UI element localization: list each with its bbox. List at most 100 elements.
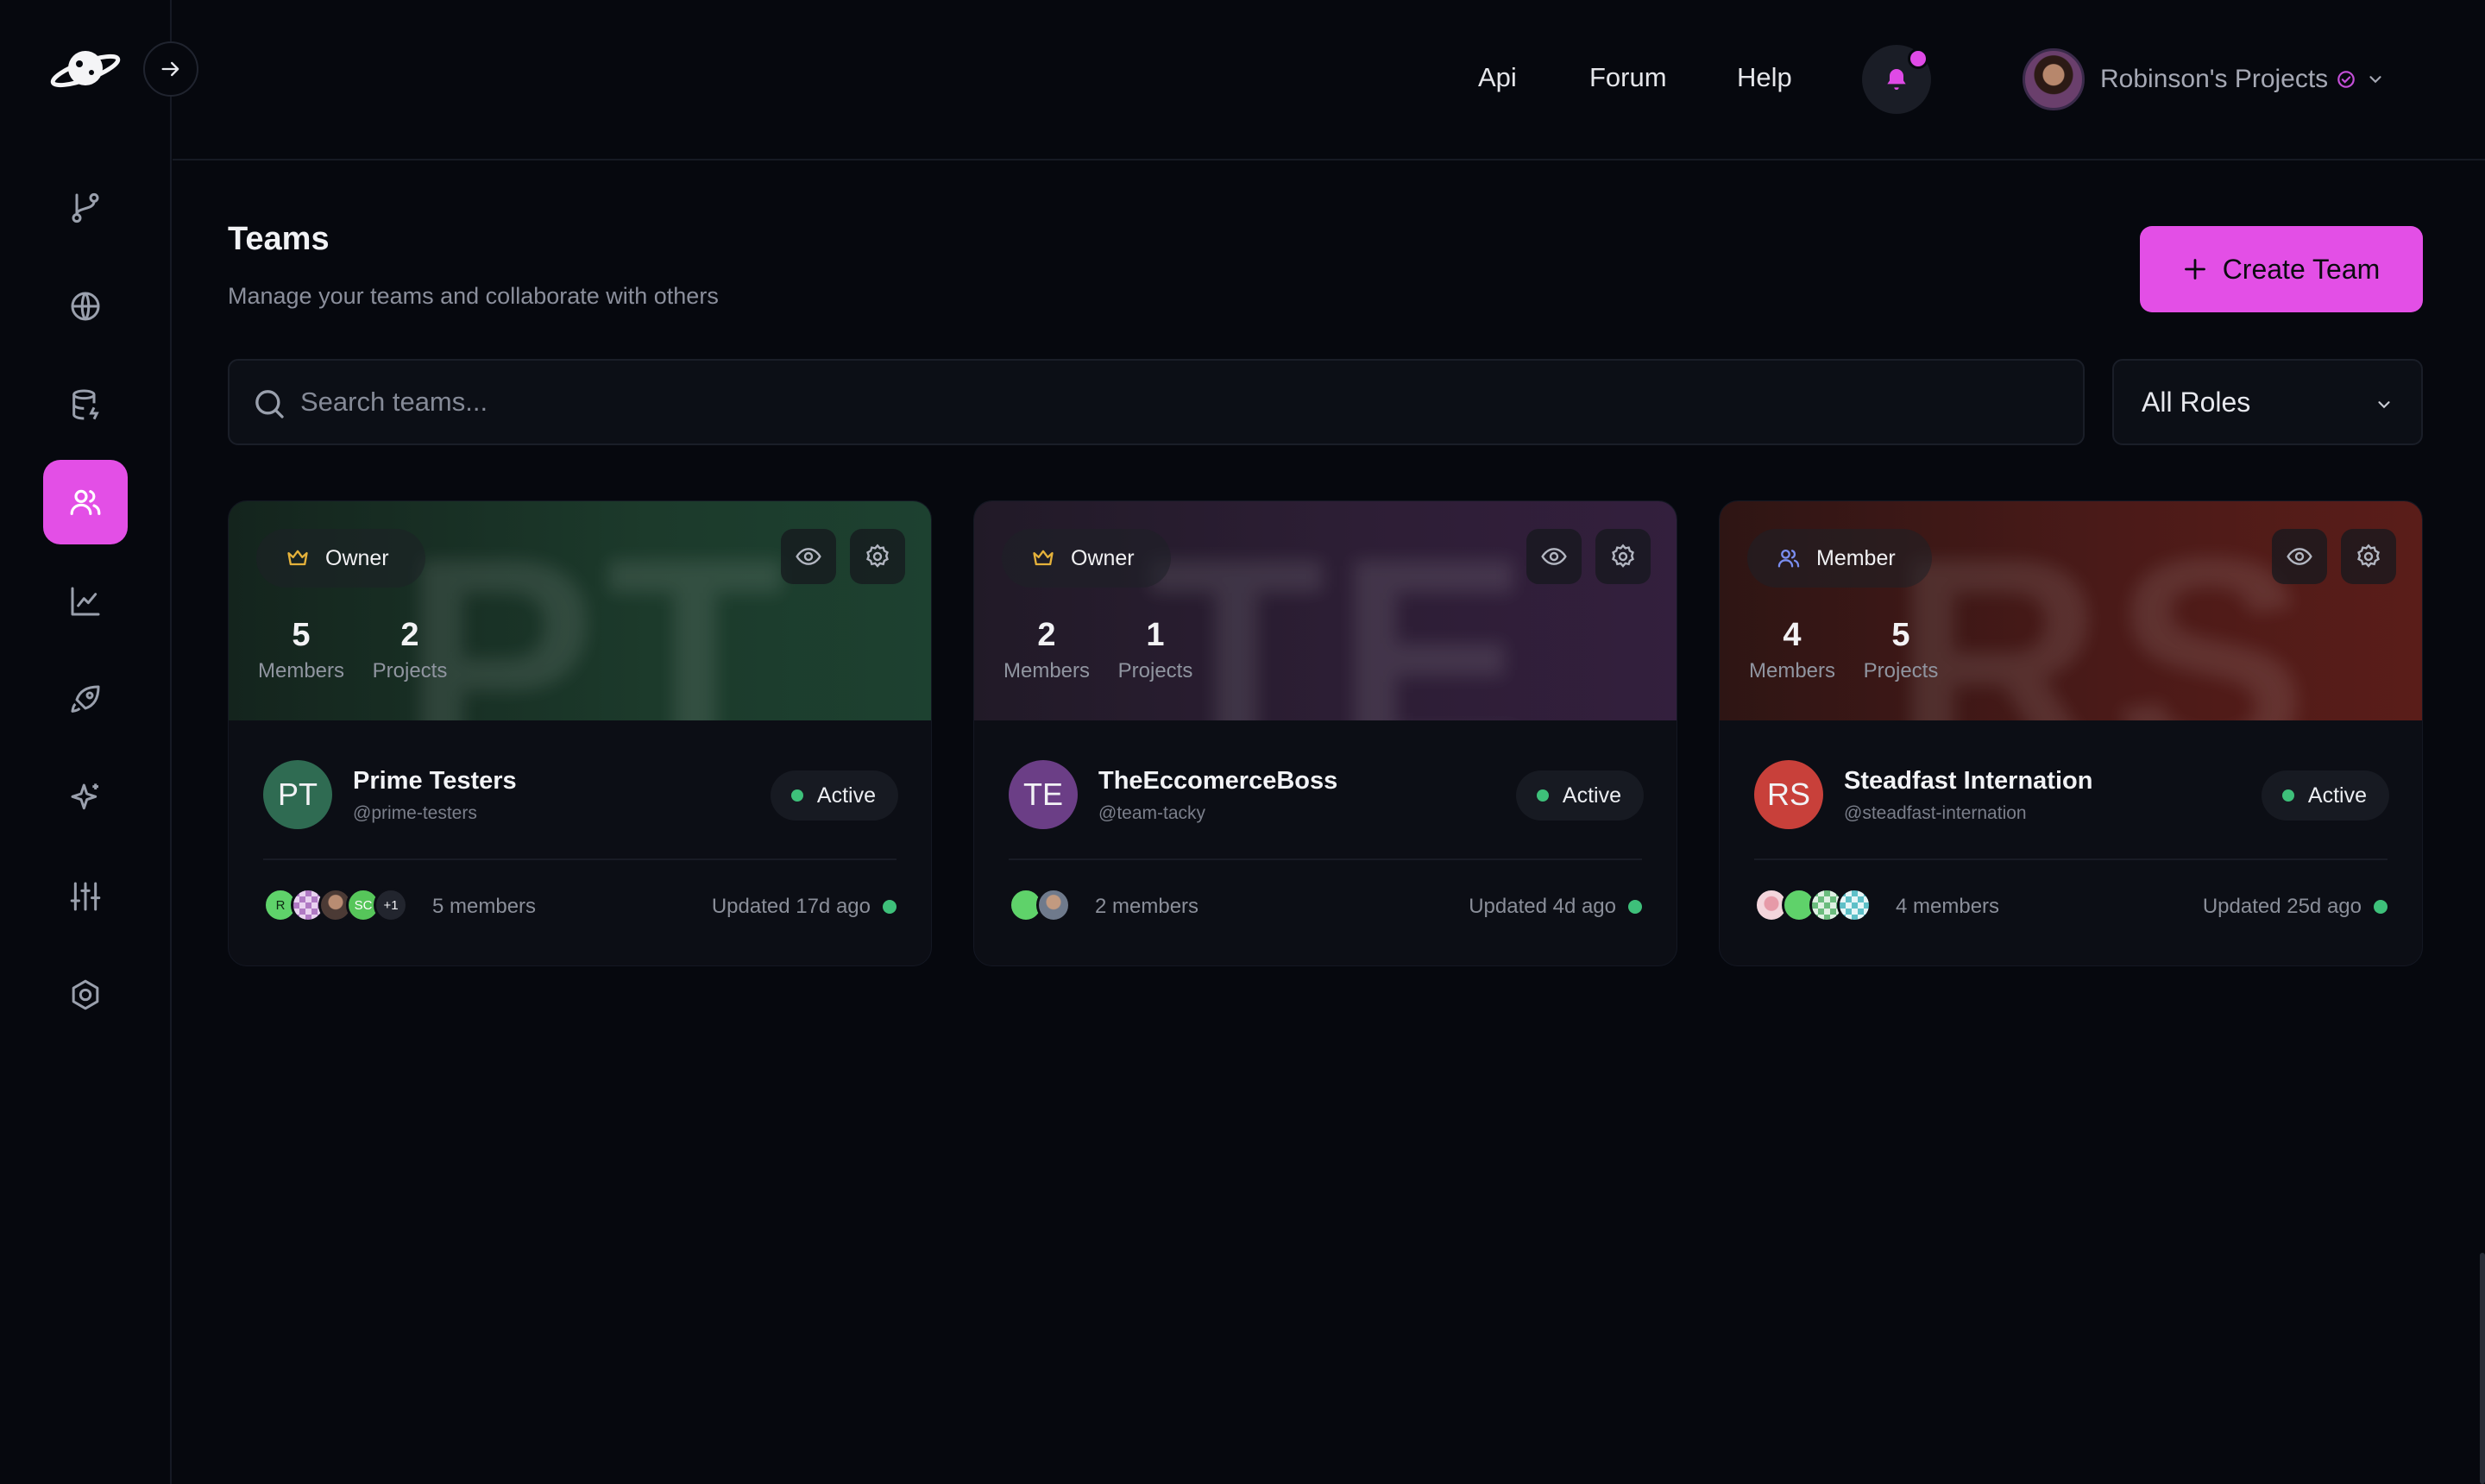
create-team-button[interactable]: Create Team bbox=[2140, 226, 2423, 312]
team-name[interactable]: TheEccomerceBoss bbox=[1098, 767, 1337, 795]
team-handle: @steadfast-internation bbox=[1844, 803, 2027, 823]
status-badge: Active bbox=[1515, 770, 1644, 821]
projects-stat: 5 Projects bbox=[1858, 617, 1944, 683]
notification-badge bbox=[1908, 48, 1928, 69]
role-badge: Owner bbox=[256, 529, 425, 588]
globe-icon bbox=[71, 292, 100, 321]
online-dot bbox=[1628, 900, 1642, 914]
team-name[interactable]: Prime Testers bbox=[353, 767, 517, 795]
status-label: Active bbox=[2307, 783, 2367, 808]
view-team-button[interactable] bbox=[1526, 529, 1582, 584]
sparkle-icon bbox=[71, 783, 98, 810]
view-team-button[interactable] bbox=[2272, 529, 2327, 584]
sidebar-item-ai[interactable] bbox=[43, 756, 128, 840]
expand-sidebar-button[interactable] bbox=[143, 41, 198, 97]
search-input[interactable]: Search teams... bbox=[228, 359, 2085, 445]
plus-icon bbox=[2184, 259, 2205, 280]
sidebar-item-deployments[interactable] bbox=[43, 657, 128, 742]
status-dot bbox=[2281, 789, 2294, 802]
role-filter-select[interactable]: All Roles bbox=[2112, 359, 2423, 445]
team-footer: 2 members Updated 4d ago bbox=[1009, 886, 1642, 924]
sidebar bbox=[0, 0, 198, 1484]
sidebar-item-domains[interactable] bbox=[43, 264, 128, 349]
members-count: 2 bbox=[1037, 617, 1056, 653]
crown-icon bbox=[287, 550, 308, 566]
team-card[interactable]: RS Member 4 Members 5 Projects RS Steadf… bbox=[1719, 500, 2423, 966]
account-switcher[interactable]: Robinson's Projects bbox=[2023, 48, 2385, 110]
team-handle: @team-tacky bbox=[1098, 803, 1206, 823]
git-branch-icon bbox=[72, 192, 99, 223]
projects-count: 5 bbox=[1891, 617, 1910, 653]
banner-initials: TE bbox=[1147, 501, 1539, 720]
page-title: Teams bbox=[228, 221, 330, 257]
divider bbox=[263, 858, 896, 860]
members-stat: 2 Members bbox=[1000, 617, 1093, 683]
sidebar-item-database[interactable] bbox=[43, 362, 128, 447]
status-badge: Active bbox=[2261, 770, 2389, 821]
team-card[interactable]: PT Owner 5 Members 2 Projects PT Prime T… bbox=[228, 500, 932, 966]
banner-initials: RS bbox=[1892, 501, 2318, 720]
divider bbox=[1754, 858, 2387, 860]
team-settings-button[interactable] bbox=[2341, 529, 2396, 584]
sidebar-item-settings[interactable] bbox=[43, 854, 128, 939]
nav-link-api[interactable]: Api bbox=[1478, 62, 1517, 93]
sidebar-item-analytics[interactable] bbox=[43, 559, 128, 644]
projects-count: 2 bbox=[400, 617, 419, 653]
planet-logo-icon[interactable] bbox=[47, 38, 124, 98]
status-dot bbox=[790, 789, 803, 802]
status-dot bbox=[1536, 789, 1549, 802]
status-label: Active bbox=[1562, 783, 1621, 808]
projects-label: Projects bbox=[372, 659, 448, 682]
status-badge: Active bbox=[770, 770, 898, 821]
chart-icon bbox=[71, 587, 100, 616]
scrollbar-thumb[interactable] bbox=[2480, 1253, 2485, 1484]
members-stat: 4 Members bbox=[1746, 617, 1839, 683]
eye-icon bbox=[796, 548, 821, 565]
member-count-text: 2 members bbox=[1095, 895, 1199, 918]
role-badge: Owner bbox=[1002, 529, 1171, 588]
role-label: Member bbox=[1816, 545, 1896, 570]
sidebar-item-integrations[interactable] bbox=[43, 953, 128, 1037]
team-name[interactable]: Steadfast Internation bbox=[1844, 767, 2092, 795]
projects-label: Projects bbox=[1117, 659, 1193, 682]
search-icon bbox=[255, 390, 284, 418]
create-team-label: Create Team bbox=[2222, 253, 2381, 285]
users-icon bbox=[1777, 549, 1800, 568]
projects-count: 1 bbox=[1146, 617, 1165, 653]
bell-icon bbox=[1887, 69, 1906, 90]
sidebar-item-branches[interactable] bbox=[43, 166, 128, 250]
member-count-text: 4 members bbox=[1896, 895, 2000, 918]
team-avatar: RS bbox=[1754, 760, 1823, 829]
team-info: TE TheEccomerceBoss @team-tacky Active bbox=[1009, 760, 1644, 829]
projects-label: Projects bbox=[1863, 659, 1939, 682]
rocket-icon bbox=[71, 685, 100, 713]
sliders-icon bbox=[70, 882, 101, 911]
arrow-right-icon bbox=[161, 61, 179, 77]
projects-stat: 1 Projects bbox=[1112, 617, 1198, 683]
team-settings-button[interactable] bbox=[1595, 529, 1651, 584]
page-subtitle: Manage your teams and collaborate with o… bbox=[228, 283, 719, 309]
team-avatar: TE bbox=[1009, 760, 1078, 829]
team-info: RS Steadfast Internation @steadfast-inte… bbox=[1754, 760, 2389, 829]
hexagon-icon bbox=[72, 979, 99, 1010]
users-icon bbox=[70, 489, 101, 515]
team-card[interactable]: TE Owner 2 Members 1 Projects TE TheEcco… bbox=[973, 500, 1677, 966]
members-label: Members bbox=[1003, 659, 1091, 682]
account-name: Robinson's Projects bbox=[2100, 65, 2329, 93]
team-settings-button[interactable] bbox=[850, 529, 905, 584]
nav-link-forum[interactable]: Forum bbox=[1589, 62, 1667, 93]
sidebar-item-teams[interactable] bbox=[43, 460, 128, 544]
gear-icon bbox=[866, 544, 889, 568]
members-label: Members bbox=[257, 659, 345, 682]
members-stat: 5 Members bbox=[255, 617, 348, 683]
projects-stat: 2 Projects bbox=[367, 617, 453, 683]
updated-text: Updated 25d ago bbox=[2202, 895, 2362, 918]
view-team-button[interactable] bbox=[781, 529, 836, 584]
gear-icon bbox=[1612, 544, 1634, 568]
online-dot bbox=[883, 900, 896, 914]
role-label: Owner bbox=[325, 545, 389, 570]
role-badge: Member bbox=[1747, 529, 1932, 588]
team-footer: R SC +1 5 members Updated 17d ago bbox=[263, 886, 896, 924]
team-footer: 4 members Updated 25d ago bbox=[1754, 886, 2387, 924]
nav-link-help[interactable]: Help bbox=[1737, 62, 1792, 93]
